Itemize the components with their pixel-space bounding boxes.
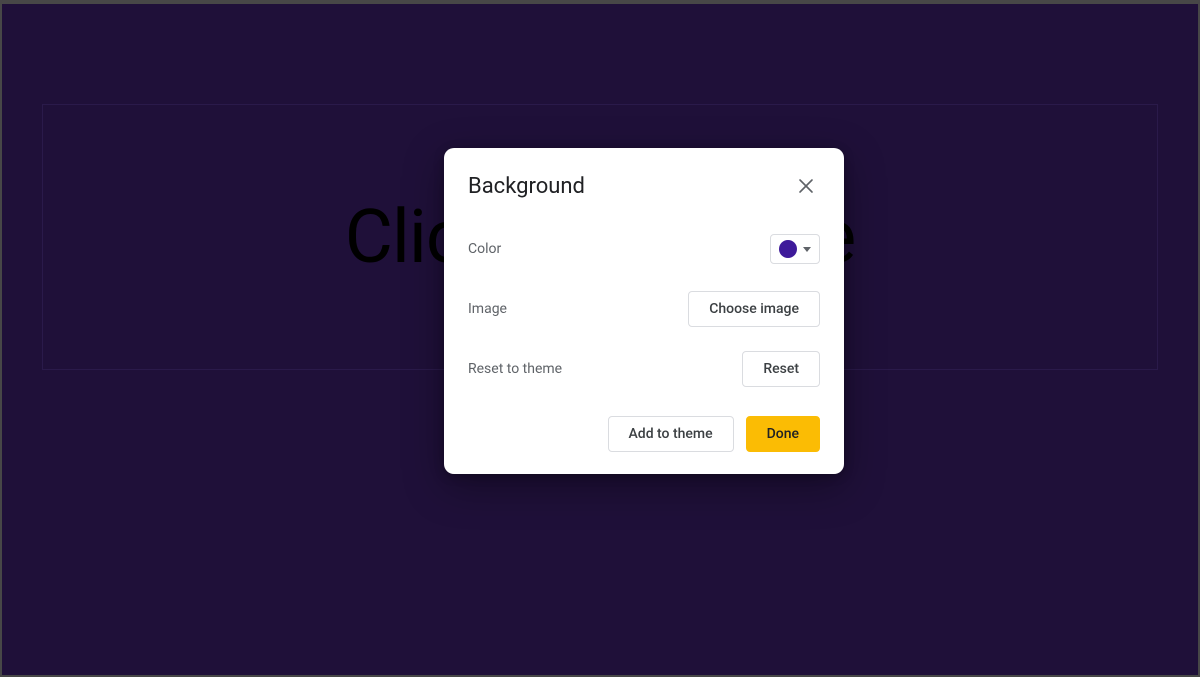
dialog-footer: Add to theme Done (468, 416, 820, 452)
color-swatch (779, 240, 797, 258)
dialog-title: Background (468, 174, 585, 199)
image-label: Image (468, 301, 507, 317)
close-button[interactable] (792, 172, 820, 200)
dialog-header: Background (468, 172, 820, 200)
chevron-down-icon (803, 247, 811, 252)
done-button[interactable]: Done (746, 416, 820, 452)
reset-label: Reset to theme (468, 361, 562, 377)
reset-button[interactable]: Reset (742, 351, 820, 387)
close-icon (798, 178, 814, 194)
slide-canvas: Click to add title Click to add subtitle… (2, 4, 1198, 675)
background-dialog: Background Color Image Choose image Rese… (444, 148, 844, 474)
image-row: Image Choose image (468, 290, 820, 328)
choose-image-button[interactable]: Choose image (688, 291, 820, 327)
add-to-theme-button[interactable]: Add to theme (608, 416, 734, 452)
reset-row: Reset to theme Reset (468, 350, 820, 388)
color-row: Color (468, 230, 820, 268)
color-picker-button[interactable] (770, 234, 820, 264)
color-label: Color (468, 241, 501, 257)
